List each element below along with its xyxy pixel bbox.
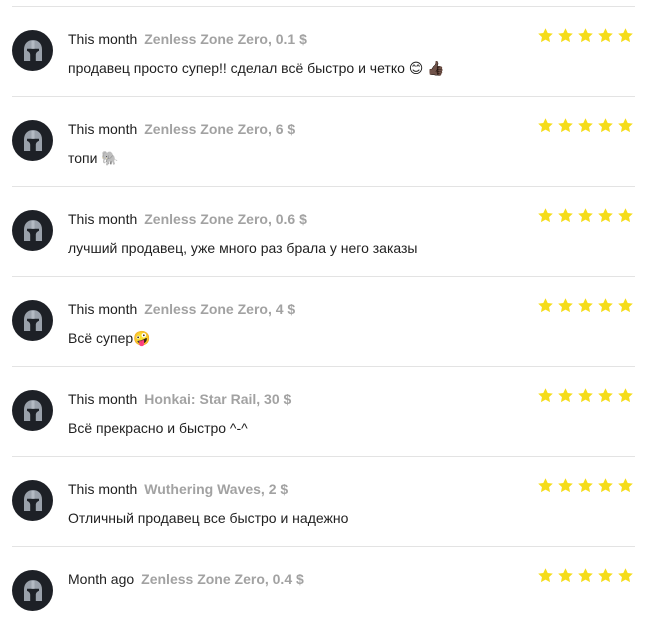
review-meta: This month Zenless Zone Zero, 0.1 $ — [68, 31, 307, 48]
avatar[interactable] — [12, 480, 53, 521]
star-icon — [538, 298, 553, 313]
review-date: This month — [68, 301, 138, 317]
star-icon — [618, 388, 633, 403]
review-product[interactable]: Zenless Zone Zero, 0.6 $ — [144, 211, 307, 227]
spartan-helmet-icon — [23, 399, 42, 421]
review-text: лучший продавец, уже много раз брала у н… — [68, 240, 418, 256]
review-meta: This month Zenless Zone Zero, 4 $ — [68, 301, 295, 318]
rating-stars — [537, 207, 634, 224]
star-icon — [578, 208, 593, 223]
review-date: This month — [68, 121, 138, 137]
review-product[interactable]: Zenless Zone Zero, 0.4 $ — [141, 571, 304, 587]
review-product[interactable]: Wuthering Waves, 2 $ — [144, 481, 288, 497]
star-icon — [538, 478, 553, 493]
rating-stars — [537, 387, 634, 404]
reviews-list: This month Zenless Zone Zero, 0.1 $ прода… — [0, 0, 648, 611]
star-icon — [578, 568, 593, 583]
review-item: This month Zenless Zone Zero, 4 $ Всё суп… — [0, 277, 648, 367]
avatar[interactable] — [12, 300, 53, 341]
star-icon — [618, 28, 633, 43]
review-product[interactable]: Zenless Zone Zero, 6 $ — [144, 121, 295, 137]
review-product[interactable]: Zenless Zone Zero, 4 $ — [144, 301, 295, 317]
star-icon — [578, 118, 593, 133]
review-item: This month Honkai: Star Rail, 30 $ Всё пр… — [0, 367, 648, 457]
avatar[interactable] — [12, 30, 53, 71]
spartan-helmet-icon — [23, 129, 42, 151]
review-meta: This month Honkai: Star Rail, 30 $ — [68, 391, 291, 408]
avatar[interactable] — [12, 390, 53, 431]
star-icon — [618, 298, 633, 313]
star-icon — [618, 478, 633, 493]
star-icon — [598, 568, 613, 583]
review-text: топи 🐘 — [68, 150, 119, 166]
star-icon — [578, 298, 593, 313]
review-meta: This month Wuthering Waves, 2 $ — [68, 481, 288, 498]
rating-stars — [537, 567, 634, 584]
star-icon — [538, 568, 553, 583]
star-icon — [558, 208, 573, 223]
star-icon — [598, 208, 613, 223]
star-icon — [558, 118, 573, 133]
review-item: This month Zenless Zone Zero, 0.6 $ лучши… — [0, 187, 648, 277]
star-icon — [578, 28, 593, 43]
star-icon — [558, 298, 573, 313]
star-icon — [538, 388, 553, 403]
review-product[interactable]: Honkai: Star Rail, 30 $ — [144, 391, 291, 407]
spartan-helmet-icon — [23, 309, 42, 331]
review-date: This month — [68, 391, 138, 407]
star-icon — [598, 28, 613, 43]
review-item: Month ago Zenless Zone Zero, 0.4 $ — [0, 547, 648, 637]
review-date: This month — [68, 31, 138, 47]
star-icon — [618, 568, 633, 583]
star-icon — [598, 388, 613, 403]
rating-stars — [537, 27, 634, 44]
spartan-helmet-icon — [23, 579, 42, 601]
rating-stars — [537, 297, 634, 314]
review-item: This month Zenless Zone Zero, 0.1 $ прода… — [0, 7, 648, 97]
review-date: Month ago — [68, 571, 135, 587]
star-icon — [618, 118, 633, 133]
spartan-helmet-icon — [23, 39, 42, 61]
review-text: продавец просто супер!! сделал всё быстр… — [68, 60, 445, 76]
star-icon — [618, 208, 633, 223]
star-icon — [578, 388, 593, 403]
rating-stars — [537, 117, 634, 134]
review-item: This month Zenless Zone Zero, 6 $ топи 🐘 — [0, 97, 648, 187]
review-meta: This month Zenless Zone Zero, 6 $ — [68, 121, 295, 138]
star-icon — [538, 208, 553, 223]
review-meta: This month Zenless Zone Zero, 0.6 $ — [68, 211, 307, 228]
star-icon — [558, 388, 573, 403]
star-icon — [578, 478, 593, 493]
star-icon — [558, 568, 573, 583]
avatar[interactable] — [12, 120, 53, 161]
star-icon — [558, 478, 573, 493]
star-icon — [598, 478, 613, 493]
star-icon — [558, 28, 573, 43]
avatar[interactable] — [12, 570, 53, 611]
rating-stars — [537, 477, 634, 494]
star-icon — [598, 118, 613, 133]
review-text: Отличный продавец все быстро и надежно — [68, 510, 349, 526]
review-meta: Month ago Zenless Zone Zero, 0.4 $ — [68, 571, 304, 588]
review-date: This month — [68, 211, 138, 227]
avatar[interactable] — [12, 210, 53, 251]
spartan-helmet-icon — [23, 219, 42, 241]
review-text: Всё прекрасно и быстро ^-^ — [68, 420, 248, 436]
review-text: Всё супер🤪 — [68, 330, 151, 346]
review-product[interactable]: Zenless Zone Zero, 0.1 $ — [144, 31, 307, 47]
star-icon — [538, 28, 553, 43]
star-icon — [538, 118, 553, 133]
review-item: This month Wuthering Waves, 2 $ Отличный … — [0, 457, 648, 547]
star-icon — [598, 298, 613, 313]
spartan-helmet-icon — [23, 489, 42, 511]
review-date: This month — [68, 481, 138, 497]
